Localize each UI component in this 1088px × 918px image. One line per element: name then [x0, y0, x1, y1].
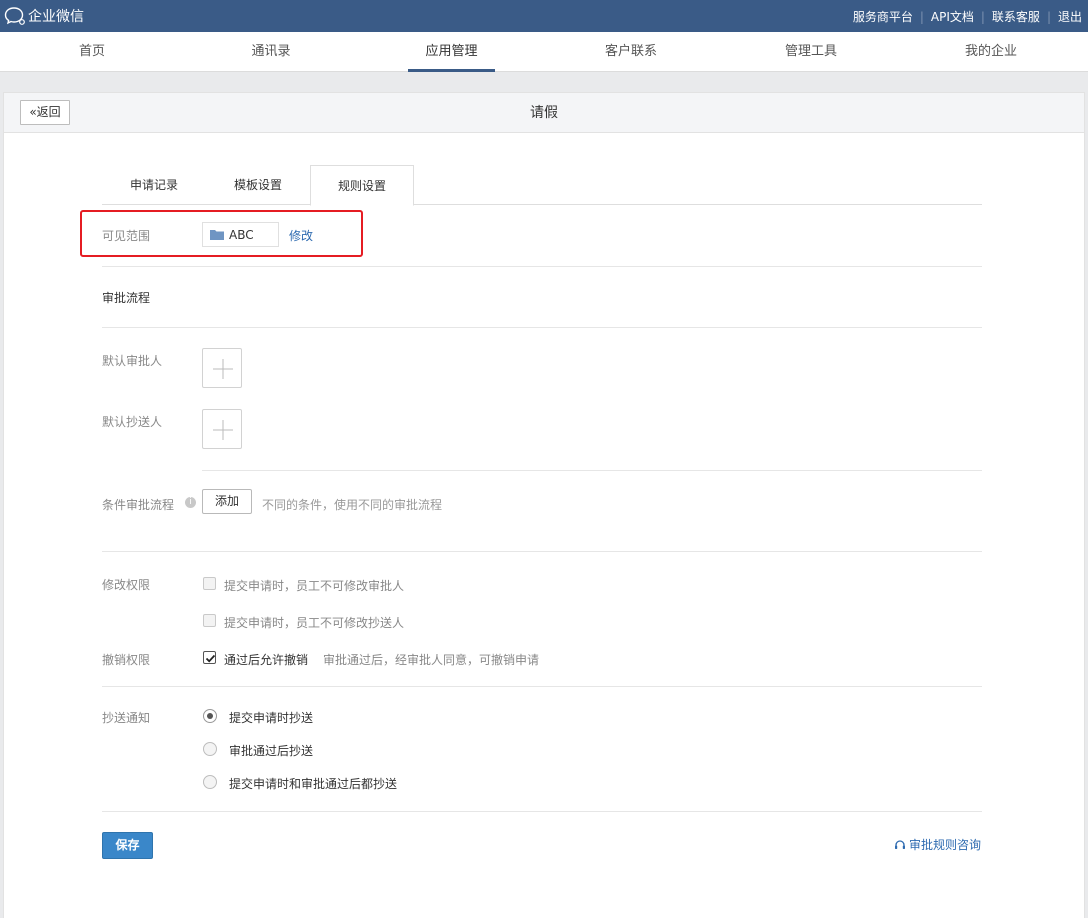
divider: |: [1046, 9, 1051, 24]
add-default-approver-button[interactable]: [202, 348, 242, 388]
tab-application-records[interactable]: 申请记录: [104, 165, 204, 205]
add-condition-button[interactable]: 添加: [202, 489, 252, 514]
folder-icon: [210, 230, 224, 240]
no-modify-approver-checkbox[interactable]: [203, 577, 216, 590]
top-link-contact-support[interactable]: 联系客服: [992, 8, 1040, 25]
tab-template-settings[interactable]: 模板设置: [208, 165, 308, 205]
no-modify-cc-checkbox[interactable]: [203, 614, 216, 627]
page-title: 请假: [530, 105, 558, 121]
headset-icon: [895, 839, 905, 849]
divider: [102, 266, 982, 267]
wecom-logo-icon: [4, 7, 25, 25]
cc-on-submit-radio[interactable]: [203, 709, 217, 723]
top-link-logout[interactable]: 退出: [1058, 8, 1082, 25]
nav-item-customer-contact[interactable]: 客户联系: [591, 32, 671, 72]
nav-item-contacts[interactable]: 通讯录: [231, 32, 311, 72]
conditional-approval-hint: 不同的条件，使用不同的审批流程: [262, 498, 443, 512]
cc-both-radio[interactable]: [203, 775, 217, 789]
add-default-cc-button[interactable]: [202, 409, 242, 449]
top-link-api-docs[interactable]: API文档: [931, 8, 974, 25]
top-link-partner-platform[interactable]: 服务商平台: [853, 8, 913, 25]
cc-on-submit-text: 提交申请时抄送: [229, 711, 314, 725]
divider: [102, 327, 982, 328]
double-chevron-left-icon: «: [29, 105, 37, 119]
divider: |: [919, 9, 924, 24]
divider: [202, 470, 982, 471]
back-button-label: 返回: [36, 105, 61, 119]
settings-tabs: 申请记录 模板设置 规则设置: [102, 165, 982, 206]
checkmark-icon: [205, 654, 216, 663]
visible-scope-chip: ABC: [202, 222, 279, 247]
modify-permission-label: 修改权限: [102, 578, 151, 592]
approval-flow-heading: 审批流程: [102, 291, 151, 305]
divider: [102, 551, 982, 552]
content-panel: «返回 请假 申请记录 模板设置 规则设置 可见范围 ABC 修改 审批流程 默…: [3, 92, 1085, 918]
nav-item-management-tools[interactable]: 管理工具: [771, 32, 851, 72]
nav-item-my-enterprise[interactable]: 我的企业: [951, 32, 1031, 72]
main-nav: 首页 通讯录 应用管理 客户联系 管理工具 我的企业: [0, 32, 1088, 72]
consult-link-label: 审批规则咨询: [909, 838, 982, 852]
plus-icon: [213, 359, 233, 379]
default-approver-label: 默认审批人: [102, 354, 163, 368]
cc-notification-label: 抄送通知: [102, 711, 151, 725]
nav-item-app-management[interactable]: 应用管理: [408, 32, 495, 72]
info-icon[interactable]: i: [185, 497, 196, 508]
modify-scope-link[interactable]: 修改: [289, 227, 313, 244]
allow-revoke-text: 通过后允许撤销: [224, 653, 309, 667]
conditional-approval-label: 条件审批流程: [102, 498, 175, 512]
tab-rule-settings[interactable]: 规则设置: [310, 165, 414, 206]
top-links: 服务商平台 | API文档 | 联系客服 | 退出: [853, 8, 1082, 25]
revoke-hint: 审批通过后，经审批人同意，可撤销申请: [323, 653, 540, 667]
app-name: 企业微信: [28, 9, 84, 25]
plus-icon: [213, 420, 233, 440]
cc-both-text: 提交申请时和审批通过后都抄送: [229, 777, 398, 791]
no-modify-approver-text: 提交申请时，员工不可修改审批人: [224, 579, 405, 593]
allow-revoke-checkbox[interactable]: [203, 651, 216, 664]
visible-scope-label: 可见范围: [102, 229, 151, 243]
approval-rules-consult-link[interactable]: 审批规则咨询: [894, 836, 981, 853]
default-cc-label: 默认抄送人: [102, 415, 163, 429]
revoke-permission-label: 撤销权限: [102, 653, 151, 667]
no-modify-cc-text: 提交申请时，员工不可修改抄送人: [224, 616, 405, 630]
visible-scope-value: ABC: [229, 227, 254, 242]
cc-after-approval-radio[interactable]: [203, 742, 217, 756]
nav-item-home[interactable]: 首页: [52, 32, 132, 72]
panel-header: «返回 请假: [4, 93, 1084, 133]
app-logo[interactable]: 企业微信: [4, 6, 84, 26]
divider: [102, 686, 982, 687]
divider: [102, 811, 982, 812]
divider: |: [980, 9, 985, 24]
cc-after-approval-text: 审批通过后抄送: [229, 744, 314, 758]
back-button[interactable]: «返回: [20, 100, 70, 125]
save-button[interactable]: 保存: [102, 832, 153, 859]
top-bar: 企业微信 服务商平台 | API文档 | 联系客服 | 退出: [0, 0, 1088, 32]
